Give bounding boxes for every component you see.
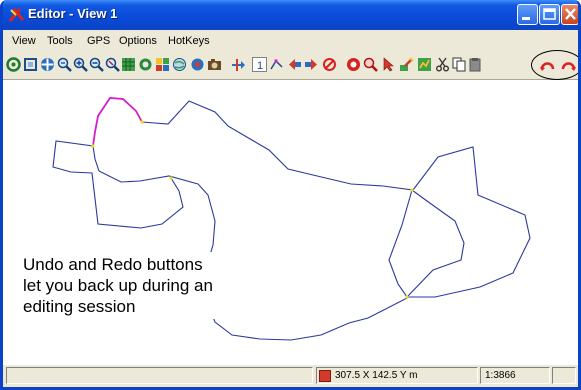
map-view-canvas[interactable]: Undo and Redo buttons let you back up du…: [3, 80, 578, 366]
toolbar: 1: [3, 52, 578, 80]
status-extra-panel: [552, 367, 576, 384]
editor-window: Editor - View 1 View Tools GPS Options H…: [0, 0, 581, 390]
menu-bar: View Tools GPS Options HotKeys: [3, 30, 578, 52]
add-element-icon[interactable]: [231, 57, 246, 72]
vector-line[interactable]: [388, 189, 465, 298]
maximize-button[interactable]: [539, 4, 560, 25]
close-button[interactable]: [561, 4, 578, 25]
editor-tool-icon: [8, 8, 25, 22]
vector-edit-drawing: [52, 97, 531, 341]
node-marker[interactable]: [405, 295, 409, 299]
node-marker[interactable]: [410, 188, 414, 192]
gps-icon[interactable]: [190, 57, 205, 72]
title-bar[interactable]: Editor - View 1: [3, 0, 578, 30]
scale-readout: 1:3866: [485, 370, 516, 381]
menu-gps[interactable]: GPS: [87, 35, 110, 47]
paste-icon[interactable]: [468, 57, 483, 72]
layer-manager-icon[interactable]: [172, 57, 187, 72]
move-left-icon[interactable]: [287, 57, 302, 72]
window-title: Editor - View 1: [28, 6, 118, 21]
zoom-in-icon[interactable]: [73, 57, 88, 72]
query-icon[interactable]: [346, 57, 361, 72]
callout-text: Undo and Redo buttons let you back up du…: [21, 252, 227, 319]
menu-view[interactable]: View: [12, 35, 36, 47]
selected-vector-line[interactable]: [92, 97, 143, 147]
undo-redo-highlight-circle: [531, 50, 578, 80]
node-marker[interactable]: [140, 120, 144, 124]
scale-panel[interactable]: 1:3866: [480, 367, 550, 384]
zoom-to-layer-icon[interactable]: [138, 57, 153, 72]
coordinate-readout: 307.5 X 142.5 Y m: [335, 370, 418, 381]
menu-tools[interactable]: Tools: [47, 35, 73, 47]
node-marker[interactable]: [169, 176, 173, 180]
coordinate-marker-icon: [319, 370, 331, 382]
edit-vertex-icon[interactable]: [269, 57, 284, 72]
paint-icon[interactable]: [399, 57, 414, 72]
zoom-to-full-icon[interactable]: [57, 57, 72, 72]
select-rectangle-icon[interactable]: [23, 57, 38, 72]
properties-icon[interactable]: [417, 57, 432, 72]
status-bar: 307.5 X 142.5 Y m 1:3866: [3, 365, 578, 387]
delete-icon[interactable]: [322, 57, 337, 72]
copy-icon[interactable]: [452, 57, 467, 72]
zoom-extents-icon[interactable]: [121, 57, 136, 72]
zoom-to-selection-icon[interactable]: [155, 57, 170, 72]
redraw-icon[interactable]: [6, 57, 21, 72]
move-right-icon[interactable]: [304, 57, 319, 72]
status-message-panel: [6, 367, 313, 384]
camera-icon[interactable]: [207, 57, 222, 72]
menu-options[interactable]: Options: [119, 35, 157, 47]
find-icon[interactable]: [363, 57, 378, 72]
snap-toggle-icon[interactable]: 1: [252, 57, 267, 72]
node-marker[interactable]: [91, 144, 95, 148]
menu-hotkeys[interactable]: HotKeys: [168, 35, 210, 47]
coordinate-panel: 307.5 X 142.5 Y m: [316, 367, 478, 384]
cut-icon[interactable]: [435, 57, 450, 72]
pointer-icon[interactable]: [381, 57, 396, 72]
zoom-out-icon[interactable]: [89, 57, 104, 72]
snap-label: 1: [257, 60, 263, 72]
pan-icon[interactable]: [40, 57, 55, 72]
minimize-button[interactable]: [517, 4, 538, 25]
zoom-previous-icon[interactable]: [105, 57, 120, 72]
